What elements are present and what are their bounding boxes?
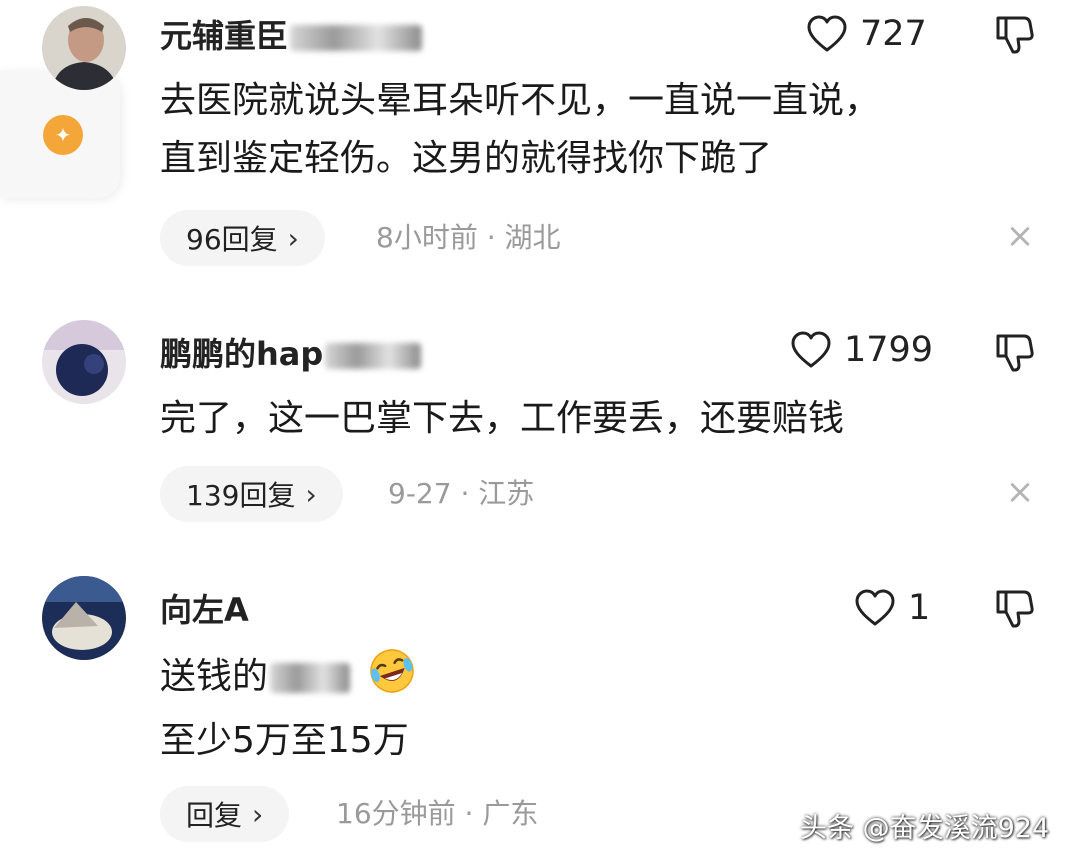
comment-line: 直到鉴定轻伤。这男的就得找你下跪了	[160, 138, 773, 179]
location: 江苏	[478, 477, 535, 510]
thumbs-down-icon	[996, 16, 1034, 54]
heart-outline-icon	[855, 589, 895, 626]
timestamp: 8小时前	[376, 221, 478, 254]
avatar[interactable]	[42, 6, 126, 90]
replies-button[interactable]: 96回复 ›	[160, 210, 325, 266]
thumbs-down-icon	[996, 590, 1034, 628]
blurred-text	[270, 663, 351, 693]
username[interactable]: 鹏鹏的hap	[160, 334, 422, 374]
replies-label: 96回复	[186, 223, 278, 256]
like-count: 1799	[844, 330, 934, 370]
close-icon[interactable]: ×	[1004, 475, 1036, 509]
username[interactable]: 元辅重臣	[160, 16, 423, 56]
separator: ·	[460, 477, 470, 510]
comment-line: 完了，这一巴掌下去，工作要丢，还要赔钱	[160, 398, 845, 439]
timestamp: 9-27	[388, 477, 452, 510]
separator: ·	[464, 797, 474, 830]
comment-text: 送钱的 至少5万至15万	[160, 646, 417, 770]
avatar[interactable]	[42, 320, 126, 404]
username[interactable]: 向左A	[160, 590, 249, 630]
floating-badge-icon: ✦	[43, 115, 83, 155]
like-count: 727	[860, 14, 927, 54]
username-text: 元辅重臣	[160, 17, 289, 55]
like-button[interactable]: 727	[806, 12, 927, 56]
comment-line: 送钱的	[160, 646, 417, 706]
chevron-right-icon: ›	[305, 477, 317, 511]
thumbs-down-icon	[996, 334, 1034, 372]
dislike-button[interactable]	[992, 330, 1036, 374]
comment-line: 至少5万至15万	[160, 720, 409, 761]
floating-side-button[interactable]: ✦	[0, 70, 120, 198]
heart-outline-icon	[807, 15, 847, 52]
avatar[interactable]	[42, 576, 126, 660]
dislike-button[interactable]	[992, 586, 1036, 630]
like-button[interactable]: 1799	[790, 328, 933, 372]
comment-meta: 8小时前 · 湖北	[376, 210, 561, 266]
location: 湖北	[504, 221, 561, 254]
like-count: 1	[908, 588, 931, 628]
laughing-crying-emoji	[370, 649, 415, 693]
timestamp: 16分钟前	[336, 797, 456, 830]
replies-label: 139回复	[186, 479, 296, 512]
blurred-username-suffix	[325, 343, 422, 369]
dislike-button[interactable]	[992, 12, 1036, 56]
like-button[interactable]: 1	[854, 586, 930, 630]
blurred-username-suffix	[290, 25, 423, 51]
replies-button[interactable]: 139回复 ›	[160, 466, 343, 522]
comment-text: 完了，这一巴掌下去，工作要丢，还要赔钱	[160, 390, 844, 448]
separator: ·	[486, 221, 496, 254]
comment-line: 去医院就说头晕耳朵听不见，一直说一直说，	[160, 80, 881, 121]
watermark: 头条 @奋发溪流924	[800, 813, 1050, 844]
heart-outline-icon	[791, 331, 831, 368]
comment-meta: 16分钟前 · 广东	[336, 786, 538, 842]
chevron-right-icon: ›	[287, 221, 299, 255]
location: 广东	[482, 797, 539, 830]
replies-label: 回复	[186, 799, 243, 832]
comment-meta: 9-27 · 江苏	[388, 466, 534, 522]
comment-line-text: 送钱的	[160, 656, 269, 697]
replies-button[interactable]: 回复 ›	[160, 786, 290, 842]
username-text: 鹏鹏的hap	[160, 335, 324, 373]
comment-text: 去医院就说头晕耳朵听不见，一直说一直说， 直到鉴定轻伤。这男的就得找你下跪了	[160, 72, 880, 188]
chevron-right-icon: ›	[252, 797, 264, 831]
username-text: 向左A	[160, 591, 249, 629]
close-icon[interactable]: ×	[1004, 219, 1036, 253]
